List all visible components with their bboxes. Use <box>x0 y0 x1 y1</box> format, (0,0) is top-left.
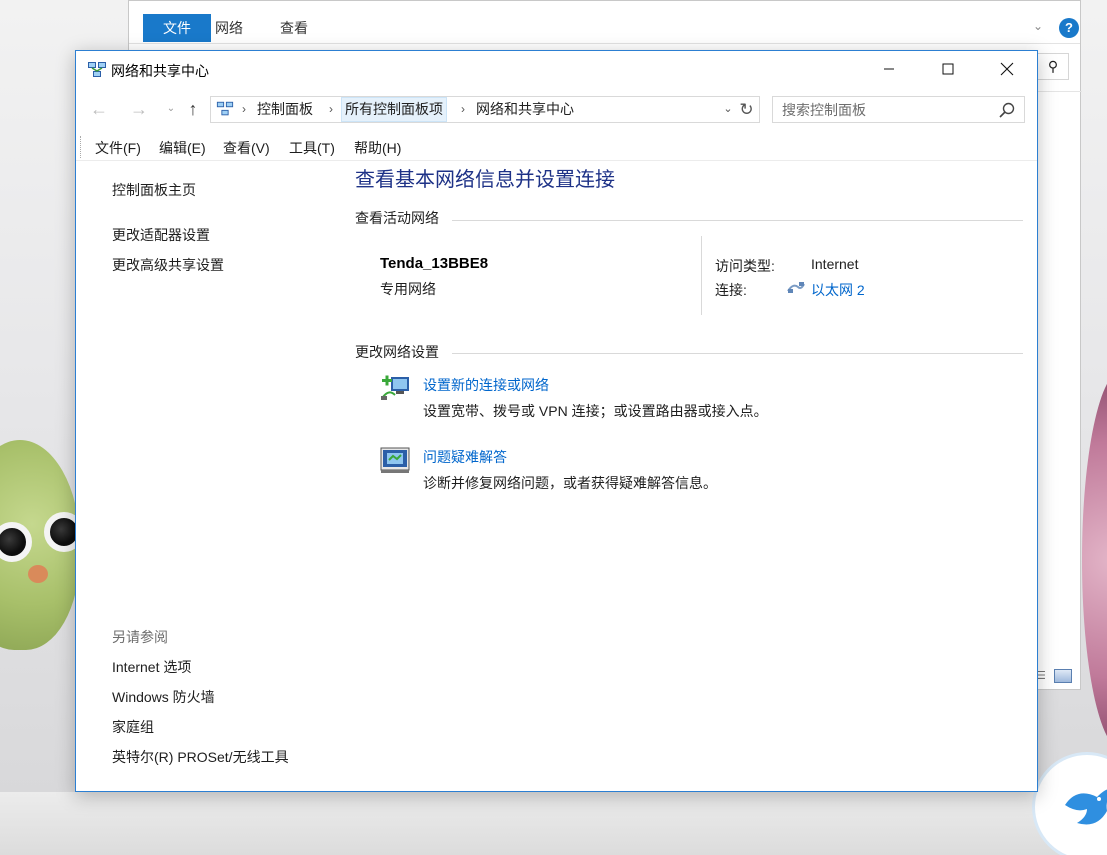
recent-locations-chevron-icon[interactable]: ⌄ <box>160 97 182 121</box>
tray-app-bubble[interactable] <box>1032 752 1107 855</box>
search-input[interactable] <box>774 98 992 121</box>
link-internet-options[interactable]: Internet 选项 <box>112 657 191 677</box>
wallpaper-bird-right <box>1082 370 1107 750</box>
up-arrow-icon[interactable]: ↑ <box>182 97 204 121</box>
background-tab-network[interactable]: 网络 <box>215 14 243 42</box>
breadcrumb-separator-icon[interactable]: › <box>329 97 333 122</box>
menu-help[interactable]: 帮助(H) <box>354 137 401 159</box>
wallpaper-bird-beak <box>28 565 48 583</box>
search-icon[interactable] <box>998 101 1016 119</box>
page-title: 查看基本网络信息并设置连接 <box>355 169 615 191</box>
breadcrumb-all-items[interactable]: 所有控制面板项 <box>341 97 447 122</box>
menu-file[interactable]: 文件(F) <box>95 137 141 159</box>
background-tab-view[interactable]: 查看 <box>280 14 308 42</box>
background-tab-file[interactable]: 文件 <box>143 14 211 42</box>
breadcrumb-separator-icon[interactable]: › <box>461 97 465 122</box>
network-divider <box>701 236 702 315</box>
link-change-adapter-settings[interactable]: 更改适配器设置 <box>112 225 210 245</box>
active-networks-heading: 查看活动网络 <box>355 210 439 226</box>
minimize-icon <box>884 68 894 70</box>
title-bar[interactable]: 网络和共享中心 <box>76 51 1037 89</box>
section-divider <box>452 353 1023 354</box>
menu-tools[interactable]: 工具(T) <box>289 137 335 159</box>
maximize-icon <box>942 63 954 75</box>
network-name: Tenda_13BBE8 <box>380 255 489 272</box>
maximize-button[interactable] <box>919 51 977 87</box>
access-type-label: 访问类型: <box>715 258 775 274</box>
network-sharing-center-window[interactable]: 网络和共享中心 ← → ⌄ ↑ › 控制面板 › 所有控制面板项 › 网络和共享… <box>75 50 1038 792</box>
menu-view[interactable]: 查看(V) <box>223 137 270 159</box>
close-button[interactable] <box>978 51 1036 87</box>
breadcrumb-network-center[interactable]: 网络和共享中心 <box>473 97 577 122</box>
ethernet-cable-icon <box>787 282 805 293</box>
troubleshoot-link[interactable]: 问题疑难解答 <box>423 447 507 467</box>
background-ribbon: 文件 网络 查看 <box>129 14 1080 44</box>
breadcrumb-separator-icon[interactable]: › <box>242 97 246 122</box>
see-also-heading: 另请参阅 <box>112 629 168 645</box>
navigation-row: ← → ⌄ ↑ › 控制面板 › 所有控制面板项 › 网络和共享中心 ⌄ ↻ <box>76 95 1037 125</box>
refresh-icon[interactable]: ↻ <box>734 96 760 123</box>
link-change-advanced-sharing[interactable]: 更改高级共享设置 <box>112 255 224 275</box>
network-center-icon <box>88 62 106 77</box>
connection-ethernet-link[interactable]: 以太网 2 <box>811 280 865 300</box>
troubleshoot-icon <box>380 447 410 473</box>
address-bar[interactable]: › 控制面板 › 所有控制面板项 › 网络和共享中心 ⌄ <box>210 96 760 123</box>
network-type: 专用网络 <box>380 281 436 297</box>
menu-grip <box>80 136 82 158</box>
new-connection-icon <box>381 375 409 400</box>
menu-edit[interactable]: 编辑(E) <box>159 137 206 159</box>
menu-bar: 文件(F) 编辑(E) 查看(V) 工具(T) 帮助(H) <box>76 133 1037 161</box>
close-icon <box>1000 62 1014 76</box>
back-arrow-icon[interactable]: ← <box>88 97 110 121</box>
bird-logo-icon <box>1065 789 1107 825</box>
link-control-panel-home[interactable]: 控制面板主页 <box>112 180 196 200</box>
background-large-icons-view-icon[interactable] <box>1054 669 1072 683</box>
troubleshoot-desc: 诊断并修复网络问题，或者获得疑难解答信息。 <box>423 475 717 491</box>
ribbon-collapse-chevron-icon[interactable]: ⌄ <box>1033 19 1043 33</box>
background-search-icon[interactable]: ⚲ <box>1037 53 1069 80</box>
section-divider <box>452 220 1023 221</box>
control-panel-icon <box>216 101 234 116</box>
forward-arrow-icon[interactable]: → <box>128 97 150 121</box>
access-type-value: Internet <box>811 256 859 272</box>
search-box[interactable] <box>772 96 1025 123</box>
change-settings-heading: 更改网络设置 <box>355 344 439 360</box>
setup-new-connection-desc: 设置宽带、拨号或 VPN 连接；或设置路由器或接入点。 <box>423 403 768 419</box>
link-homegroup[interactable]: 家庭组 <box>112 717 154 737</box>
connection-label: 连接: <box>715 282 747 298</box>
setup-new-connection-link[interactable]: 设置新的连接或网络 <box>423 375 549 395</box>
help-icon[interactable]: ? <box>1059 18 1079 38</box>
wallpaper-ground <box>0 792 1107 855</box>
minimize-button[interactable] <box>860 51 918 87</box>
window-title: 网络和共享中心 <box>111 63 209 79</box>
link-intel-proset-wireless[interactable]: 英特尔(R) PROSet/无线工具 <box>112 747 289 767</box>
breadcrumb-control-panel[interactable]: 控制面板 <box>254 97 316 122</box>
background-divider <box>1037 91 1082 92</box>
link-windows-firewall[interactable]: Windows 防火墙 <box>112 687 215 707</box>
